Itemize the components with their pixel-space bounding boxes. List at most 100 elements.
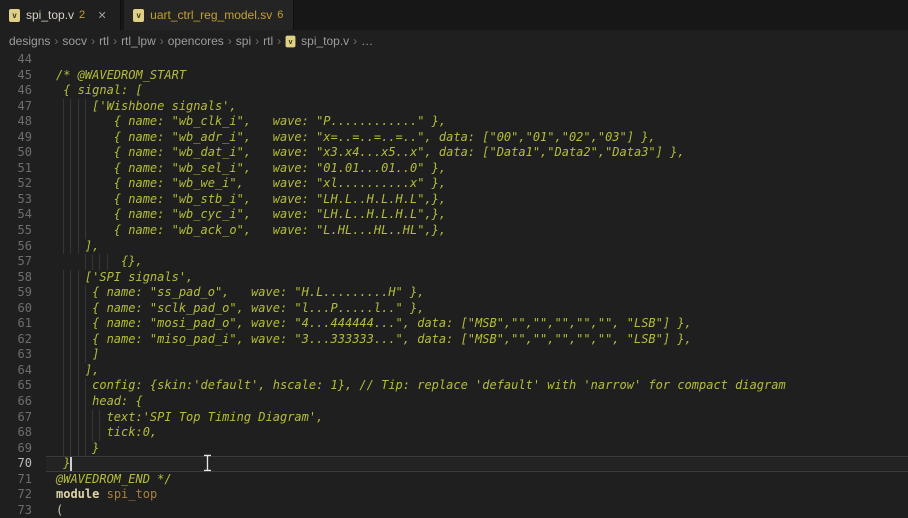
code-line-72[interactable]: 72module spi_top bbox=[0, 487, 908, 503]
breadcrumb-item-spi[interactable]: spi bbox=[236, 34, 251, 48]
indent-guide bbox=[78, 301, 79, 317]
code-line-59[interactable]: 59 { name: "ss_pad_o", wave: "H.L.......… bbox=[0, 285, 908, 301]
code-line-73[interactable]: 73( bbox=[0, 503, 908, 518]
code-line-70[interactable]: 70 } bbox=[0, 456, 908, 472]
line-content[interactable]: { name: "wb_sel_i", wave: "01.01...01..0… bbox=[46, 161, 908, 177]
code-line-64[interactable]: 64 ], bbox=[0, 363, 908, 379]
indent-guide bbox=[63, 239, 64, 255]
tab-label: spi_top.v bbox=[26, 8, 74, 22]
line-content[interactable]: /* @WAVEDROM_START bbox=[46, 68, 908, 84]
line-content[interactable]: ( bbox=[46, 503, 908, 518]
indent-guide bbox=[63, 270, 64, 286]
line-content[interactable]: head: { bbox=[46, 394, 908, 410]
code-editor[interactable]: 4445/* @WAVEDROM_START46 { signal: [47 [… bbox=[0, 52, 908, 518]
code-line-67[interactable]: 67 text:'SPI Top Timing Diagram', bbox=[0, 410, 908, 426]
tab-spi_top.v[interactable]: vspi_top.v2✕ bbox=[0, 0, 121, 30]
indent-guide bbox=[85, 254, 86, 270]
line-content[interactable] bbox=[46, 52, 908, 68]
code-line-49[interactable]: 49 { name: "wb_adr_i", wave: "x=..=..=..… bbox=[0, 130, 908, 146]
breadcrumb: designs›socv›rtl›rtl_lpw›opencores›spi›r… bbox=[0, 30, 908, 52]
line-content[interactable]: { name: "wb_dat_i", wave: "x3.x4...x5..x… bbox=[46, 145, 908, 161]
line-number: 49 bbox=[0, 130, 46, 146]
indent-guide bbox=[70, 207, 71, 223]
indent-guide bbox=[63, 363, 64, 379]
code-line-56[interactable]: 56 ], bbox=[0, 239, 908, 255]
indent-guide bbox=[70, 332, 71, 348]
line-content[interactable]: ], bbox=[46, 363, 908, 379]
line-content[interactable]: @WAVEDROM_END */ bbox=[46, 472, 908, 488]
code-line-68[interactable]: 68 tick:0, bbox=[0, 425, 908, 441]
code-line-48[interactable]: 48 { name: "wb_clk_i", wave: "P.........… bbox=[0, 114, 908, 130]
code-line-62[interactable]: 62 { name: "miso_pad_i", wave: "3...3333… bbox=[0, 332, 908, 348]
indent-guide bbox=[85, 332, 86, 348]
line-content[interactable]: { name: "miso_pad_i", wave: "3...333333.… bbox=[46, 332, 908, 348]
line-content[interactable]: { name: "wb_cyc_i", wave: "LH.L..H.L.H.L… bbox=[46, 207, 908, 223]
code-line-45[interactable]: 45/* @WAVEDROM_START bbox=[0, 68, 908, 84]
line-content[interactable]: module spi_top bbox=[46, 487, 908, 503]
line-content[interactable]: ['SPI signals', bbox=[46, 270, 908, 286]
code-line-60[interactable]: 60 { name: "sclk_pad_o", wave: "l...P...… bbox=[0, 301, 908, 317]
breadcrumb-separator: › bbox=[277, 34, 281, 48]
line-content[interactable]: { name: "wb_clk_i", wave: "P............… bbox=[46, 114, 908, 130]
indent-guide bbox=[63, 301, 64, 317]
close-tab-icon[interactable]: ✕ bbox=[94, 7, 110, 23]
line-content[interactable]: { name: "sclk_pad_o", wave: "l...P.....l… bbox=[46, 301, 908, 317]
line-number: 71 bbox=[0, 472, 46, 488]
tab-problems-badge: 6 bbox=[277, 9, 283, 21]
code-line-51[interactable]: 51 { name: "wb_sel_i", wave: "01.01...01… bbox=[0, 161, 908, 177]
indent-guide bbox=[63, 441, 64, 457]
breadcrumb-item-rtl[interactable]: rtl bbox=[263, 34, 273, 48]
line-content[interactable]: { name: "mosi_pad_o", wave: "4...444444.… bbox=[46, 316, 908, 332]
line-number: 55 bbox=[0, 223, 46, 239]
breadcrumb-item-rtl[interactable]: rtl bbox=[99, 34, 109, 48]
line-content[interactable]: config: {skin:'default', hscale: 1}, // … bbox=[46, 378, 908, 394]
tab-uart_ctrl_reg_model.sv[interactable]: vuart_ctrl_reg_model.sv6 bbox=[124, 0, 294, 30]
line-content[interactable]: { name: "ss_pad_o", wave: "H.L.........H… bbox=[46, 285, 908, 301]
line-number: 54 bbox=[0, 207, 46, 223]
line-content[interactable]: { signal: [ bbox=[46, 83, 908, 99]
line-content[interactable]: { name: "wb_we_i", wave: "xl..........x"… bbox=[46, 176, 908, 192]
indent-guide bbox=[85, 207, 86, 223]
code-token: ['SPI signals', bbox=[56, 270, 193, 284]
line-content[interactable]: text:'SPI Top Timing Diagram', bbox=[46, 410, 908, 426]
line-content[interactable]: } bbox=[46, 456, 908, 472]
code-line-55[interactable]: 55 { name: "wb_ack_o", wave: "L.HL...HL.… bbox=[0, 223, 908, 239]
indent-guide bbox=[70, 223, 71, 239]
code-line-50[interactable]: 50 { name: "wb_dat_i", wave: "x3.x4...x5… bbox=[0, 145, 908, 161]
line-number: 53 bbox=[0, 192, 46, 208]
code-line-53[interactable]: 53 { name: "wb_stb_i", wave: "LH.L..H.L.… bbox=[0, 192, 908, 208]
code-line-52[interactable]: 52 { name: "wb_we_i", wave: "xl.........… bbox=[0, 176, 908, 192]
line-number: 51 bbox=[0, 161, 46, 177]
code-line-57[interactable]: 57 {}, bbox=[0, 254, 908, 270]
breadcrumb-item-socv[interactable]: socv bbox=[62, 34, 87, 48]
indent-guide bbox=[85, 285, 86, 301]
code-token: { name: "wb_ack_o", wave: "L.HL...HL..HL… bbox=[56, 223, 446, 237]
breadcrumb-item-symbols[interactable]: … bbox=[361, 34, 373, 48]
code-line-47[interactable]: 47 ['Wishbone signals', bbox=[0, 99, 908, 115]
code-line-71[interactable]: 71@WAVEDROM_END */ bbox=[0, 472, 908, 488]
code-line-66[interactable]: 66 head: { bbox=[0, 394, 908, 410]
indent-guide bbox=[70, 410, 71, 426]
line-content[interactable]: { name: "wb_stb_i", wave: "LH.L..H.L.H.L… bbox=[46, 192, 908, 208]
line-content[interactable]: } bbox=[46, 441, 908, 457]
breadcrumb-item-file[interactable]: vspi_top.v bbox=[285, 34, 349, 48]
line-content[interactable]: ['Wishbone signals', bbox=[46, 99, 908, 115]
breadcrumb-item-designs[interactable]: designs bbox=[9, 34, 50, 48]
code-line-63[interactable]: 63 ] bbox=[0, 347, 908, 363]
code-line-54[interactable]: 54 { name: "wb_cyc_i", wave: "LH.L..H.L.… bbox=[0, 207, 908, 223]
code-line-44[interactable]: 44 bbox=[0, 52, 908, 68]
line-content[interactable]: ] bbox=[46, 347, 908, 363]
breadcrumb-item-rtl_lpw[interactable]: rtl_lpw bbox=[121, 34, 156, 48]
line-content[interactable]: { name: "wb_ack_o", wave: "L.HL...HL..HL… bbox=[46, 223, 908, 239]
code-line-61[interactable]: 61 { name: "mosi_pad_o", wave: "4...4444… bbox=[0, 316, 908, 332]
line-content[interactable]: { name: "wb_adr_i", wave: "x=..=..=..=..… bbox=[46, 130, 908, 146]
line-content[interactable]: {}, bbox=[46, 254, 908, 270]
code-line-65[interactable]: 65 config: {skin:'default', hscale: 1}, … bbox=[0, 378, 908, 394]
code-line-58[interactable]: 58 ['SPI signals', bbox=[0, 270, 908, 286]
code-line-46[interactable]: 46 { signal: [ bbox=[0, 83, 908, 99]
code-line-69[interactable]: 69 } bbox=[0, 441, 908, 457]
breadcrumb-item-opencores[interactable]: opencores bbox=[168, 34, 224, 48]
line-content[interactable]: tick:0, bbox=[46, 425, 908, 441]
line-content[interactable]: ], bbox=[46, 239, 908, 255]
indent-guide bbox=[78, 425, 79, 441]
